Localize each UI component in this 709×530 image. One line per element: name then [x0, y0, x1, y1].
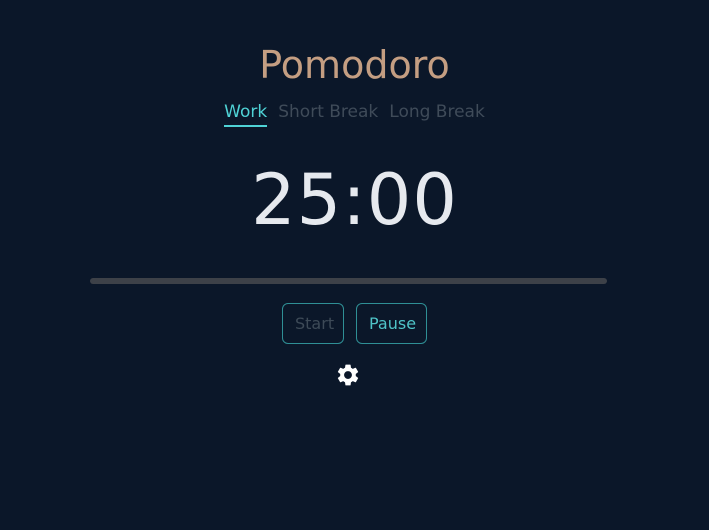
timer-display: 25:00: [251, 159, 458, 241]
pause-button[interactable]: Pause: [356, 303, 427, 344]
tab-long-break[interactable]: Long Break: [389, 100, 485, 127]
gear-icon[interactable]: [335, 362, 361, 388]
tab-short-break[interactable]: Short Break: [278, 100, 378, 127]
timer-controls: Start Pause: [0, 303, 709, 344]
pomodoro-app: Pomodoro Work Short Break Long Break 25:…: [0, 0, 709, 530]
app-title: Pomodoro: [259, 43, 450, 87]
progress-bar: [90, 278, 607, 284]
tab-work[interactable]: Work: [224, 100, 268, 127]
mode-tabs: Work Short Break Long Break: [0, 100, 709, 127]
start-button[interactable]: Start: [282, 303, 344, 344]
